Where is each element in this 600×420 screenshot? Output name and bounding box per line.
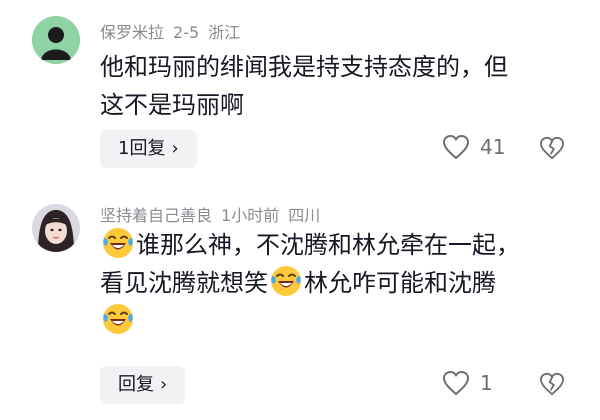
comment-date: 1小时前 — [221, 206, 280, 225]
chevron-right-icon: › — [171, 138, 179, 159]
default-avatar-icon — [32, 16, 80, 64]
comment-text-line: 这不是玛丽啊 — [100, 91, 244, 119]
chevron-right-icon: › — [160, 374, 168, 395]
comment-meta: 保罗米拉 2-5 浙江 — [100, 19, 249, 43]
reply-button[interactable]: 回复 › — [100, 366, 186, 404]
comment-date: 2-5 — [173, 23, 200, 42]
like-count: 41 — [480, 135, 506, 159]
dislike-button[interactable] — [539, 136, 565, 164]
comment-text-line: 林允咋可能和沈腾 — [304, 269, 496, 297]
broken-heart-icon — [540, 136, 564, 160]
heart-outline-icon — [443, 371, 469, 395]
view-replies-button[interactable]: 1回复 › — [100, 130, 197, 168]
broken-heart-icon — [540, 372, 564, 396]
comment-text[interactable]: 他和玛丽的绯闻我是持支持态度的，但 这不是玛丽啊 — [100, 48, 570, 124]
username[interactable]: 坚持着自己善良 — [100, 206, 212, 225]
like-button[interactable]: 1 — [442, 370, 493, 396]
reply-label: 1回复 — [118, 138, 166, 159]
laugh-cry-emoji-icon — [103, 228, 133, 258]
comment-item: 坚持着自己善良 1小时前 四川 谁那么神，不沈腾和林允牵在一起， 看见沈腾就想笑 林… — [0, 196, 600, 420]
comment-text-line: 谁那么神，不沈腾和林允牵在一起， — [136, 231, 520, 259]
username[interactable]: 保罗米拉 — [100, 23, 164, 42]
comment-item: 保罗米拉 2-5 浙江 他和玛丽的绯闻我是持支持态度的，但 这不是玛丽啊 1回复 › … — [0, 0, 600, 196]
like-count: 1 — [480, 371, 493, 395]
avatar[interactable] — [32, 16, 80, 64]
heart-outline-icon — [443, 135, 469, 159]
comment-meta: 坚持着自己善良 1小时前 四川 — [100, 202, 329, 226]
laugh-cry-emoji-icon — [271, 266, 301, 296]
comment-location: 四川 — [288, 206, 321, 225]
comment-text-line: 看见沈腾就想笑 — [100, 269, 268, 297]
comment-text-line: 他和玛丽的绯闻我是持支持态度的，但 — [100, 53, 508, 81]
avatar[interactable] — [32, 204, 80, 252]
like-button[interactable]: 41 — [442, 134, 505, 160]
reply-label: 回复 — [118, 374, 154, 395]
laugh-cry-emoji-icon — [103, 304, 133, 334]
comment-text[interactable]: 谁那么神，不沈腾和林允牵在一起， 看见沈腾就想笑 林允咋可能和沈腾 — [100, 226, 570, 340]
dislike-button[interactable] — [539, 372, 565, 400]
user-photo-avatar — [32, 204, 80, 252]
comment-location: 浙江 — [208, 23, 241, 42]
